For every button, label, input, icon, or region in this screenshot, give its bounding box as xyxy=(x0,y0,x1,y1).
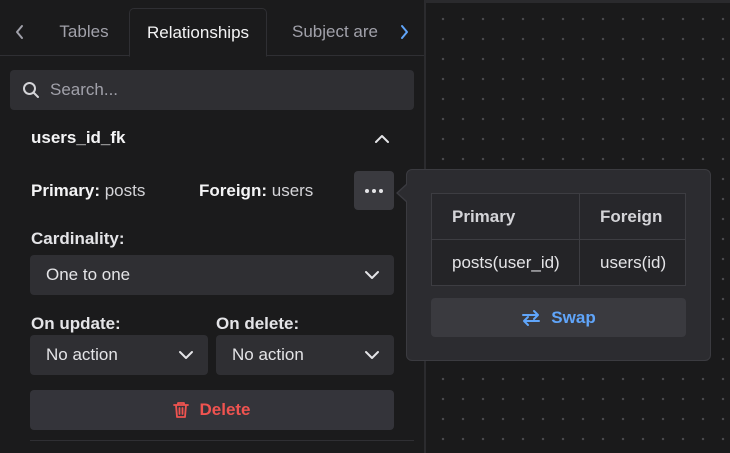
collapse-button[interactable] xyxy=(370,128,394,150)
tab-scroll-left-button[interactable] xyxy=(0,8,40,56)
tab-relationships[interactable]: Relationships xyxy=(129,8,267,57)
delete-label: Delete xyxy=(199,400,251,419)
relationship-columns-table: Primary Foreign posts(user_id) users(id) xyxy=(431,193,686,286)
on-update-select[interactable]: No action xyxy=(30,335,208,375)
foreign-table-info: Foreign: users xyxy=(199,181,313,201)
table-row: posts(user_id) users(id) xyxy=(431,239,686,286)
swap-arrows-icon xyxy=(522,309,541,326)
table-header: Primary xyxy=(431,193,580,240)
on-update-value: No action xyxy=(46,345,118,364)
on-delete-select[interactable]: No action xyxy=(216,335,394,375)
table-header-row: Primary Foreign xyxy=(431,193,686,240)
chevron-down-icon xyxy=(365,351,379,359)
table-cell: posts(user_id) xyxy=(431,239,580,286)
chevron-up-icon xyxy=(375,135,389,143)
foreign-label: Foreign: xyxy=(199,181,267,200)
chevron-down-icon xyxy=(179,351,193,359)
tab-tables[interactable]: Tables xyxy=(40,8,128,56)
foreign-value: users xyxy=(271,181,314,200)
sidebar-panel: Tables Relationships Subject are users_i… xyxy=(0,0,425,453)
cardinality-label: Cardinality: xyxy=(31,229,125,248)
chevron-down-icon xyxy=(365,271,379,279)
tab-scroll-right-button[interactable] xyxy=(384,8,424,56)
divider xyxy=(30,440,414,441)
trash-icon xyxy=(173,402,190,418)
table-cell: users(id) xyxy=(579,239,686,286)
primary-table-info: Primary: posts xyxy=(31,181,145,201)
more-options-button[interactable] xyxy=(354,171,394,210)
primary-label: Primary: xyxy=(31,181,100,200)
swap-button[interactable]: Swap xyxy=(431,298,686,337)
on-delete-value: No action xyxy=(232,345,304,364)
chevron-left-icon xyxy=(16,25,23,39)
tab-bar: Tables Relationships Subject are xyxy=(0,8,425,57)
swap-label: Swap xyxy=(551,307,596,327)
cardinality-select[interactable]: One to one xyxy=(30,255,394,295)
relationship-name[interactable]: users_id_fk xyxy=(31,128,126,148)
tab-subject-areas[interactable]: Subject are xyxy=(268,8,384,56)
search-icon xyxy=(23,82,39,98)
more-horizontal-icon xyxy=(365,188,383,193)
on-update-label: On update: xyxy=(31,314,121,333)
canvas-top-bar xyxy=(425,0,730,3)
search-box xyxy=(10,70,414,110)
on-delete-label: On delete: xyxy=(216,314,300,333)
delete-button[interactable]: Delete xyxy=(30,390,394,430)
search-input[interactable] xyxy=(50,80,390,100)
chevron-right-icon xyxy=(401,25,408,39)
popover-arrow-fill xyxy=(398,184,408,202)
table-header: Foreign xyxy=(579,193,686,240)
primary-value: posts xyxy=(104,181,146,200)
cardinality-value: One to one xyxy=(46,265,131,284)
